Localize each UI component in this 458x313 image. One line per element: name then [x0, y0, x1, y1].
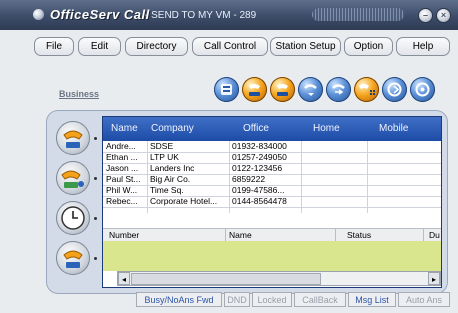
column-number[interactable]: Number [109, 230, 139, 240]
window-subtitle: - SEND TO MY VM - 289 [145, 10, 257, 21]
cell-company: Big Air Co. [150, 174, 191, 184]
close-button[interactable]: × [436, 8, 451, 23]
cell-office: 6859222 [232, 174, 266, 184]
table-row[interactable]: Rebec... Corporate Hotel... 0144-8564478 [103, 196, 441, 208]
sidebar-dot [94, 217, 97, 220]
menu-file[interactable]: File [34, 37, 74, 56]
cell-name: Andre... [106, 141, 136, 151]
status-locked[interactable]: Locked [252, 292, 292, 307]
cell-company: SDSE [150, 141, 174, 151]
column-company[interactable]: Company [151, 123, 194, 134]
column-name[interactable]: Name [111, 123, 138, 134]
menu-option[interactable]: Option [344, 37, 393, 56]
menu-directory[interactable]: Directory [125, 37, 188, 56]
cell-office: 01257-249050 [232, 152, 287, 162]
menu-help[interactable]: Help [396, 37, 450, 56]
sidebar-dot [94, 177, 97, 180]
cell-name: Ethan ... [106, 152, 138, 162]
menu-bar: File Edit Directory Call Control Station… [30, 35, 453, 57]
cell-company: Landers Inc [150, 163, 195, 173]
app-window: OfficeServ Call - SEND TO MY VM - 289 – … [0, 0, 458, 313]
app-logo-icon [33, 9, 44, 20]
handset-icon[interactable] [270, 77, 295, 102]
forward-icon[interactable] [382, 77, 407, 102]
directory-content: Name Company Office Home Mobile Andre...… [102, 116, 442, 288]
app-title: OfficeServ Call [50, 7, 150, 22]
title-grip [312, 8, 404, 21]
status-busy-noans-fwd[interactable]: Busy/NoAns Fwd [136, 292, 222, 307]
column-divider [423, 229, 424, 241]
sidebar [50, 115, 102, 285]
cell-office: 0122-123456 [232, 163, 283, 173]
scroll-thumb[interactable] [131, 273, 321, 285]
cell-name: Paul St... [106, 174, 141, 184]
minimize-button[interactable]: – [418, 8, 433, 23]
status-msg-list[interactable]: Msg List [348, 292, 396, 307]
column-status[interactable]: Status [347, 230, 371, 240]
cell-office: 0144-8564478 [232, 196, 287, 206]
directory-header: Name Company Office Home Mobile [103, 117, 441, 141]
handset-keypad-icon[interactable] [354, 77, 379, 102]
calls-header: Number Name Status Du [103, 228, 441, 242]
voicemail-icon[interactable] [410, 77, 435, 102]
calls-list[interactable] [103, 241, 441, 271]
scroll-right-button[interactable]: ▸ [428, 272, 440, 285]
cell-company: LTP UK [150, 152, 179, 162]
cell-company: Time Sq. [150, 185, 184, 195]
cell-company: Corporate Hotel... [150, 196, 218, 206]
call-phone-icon[interactable] [56, 241, 90, 275]
menu-call-control[interactable]: Call Control [192, 37, 268, 56]
cell-office: 01932-834000 [232, 141, 287, 151]
cell-name: Phil W... [106, 185, 138, 195]
menu-station-setup[interactable]: Station Setup [270, 37, 341, 56]
status-auto-ans[interactable]: Auto Ans [398, 292, 450, 307]
column-divider [335, 229, 336, 241]
scroll-left-button[interactable]: ◂ [118, 272, 130, 285]
column-mobile[interactable]: Mobile [379, 123, 408, 134]
directory-phone-icon[interactable] [56, 121, 90, 155]
title-bar[interactable]: OfficeServ Call - SEND TO MY VM - 289 – … [0, 0, 458, 30]
status-dnd[interactable]: DND [224, 292, 250, 307]
business-group-label[interactable]: Business [59, 89, 99, 99]
handset-icon[interactable] [242, 77, 267, 102]
cell-name: Rebec... [106, 196, 138, 206]
menu-edit[interactable]: Edit [78, 37, 121, 56]
call-arrow-icon[interactable] [298, 77, 323, 102]
sidebar-dot [94, 137, 97, 140]
phonebook-icon[interactable] [214, 77, 239, 102]
horizontal-scrollbar[interactable]: ◂ ▸ [117, 271, 441, 286]
clock-icon[interactable] [56, 201, 90, 235]
directory-rows: Andre... SDSE 01932-834000 Ethan ... LTP… [103, 141, 441, 213]
column-office[interactable]: Office [243, 123, 269, 134]
cell-office: 0199-47586... [232, 185, 285, 195]
column-divider [225, 229, 226, 241]
column-home[interactable]: Home [313, 123, 340, 134]
status-bar: Busy/NoAns Fwd DND Locked CallBack Msg L… [136, 292, 454, 308]
transfer-icon[interactable] [326, 77, 351, 102]
cell-name: Jason ... [106, 163, 139, 173]
column-call-name[interactable]: Name [229, 230, 252, 240]
sidebar-dot [94, 257, 97, 260]
status-callback[interactable]: CallBack [294, 292, 346, 307]
contacts-phone-icon[interactable] [56, 161, 90, 195]
column-duration[interactable]: Du [429, 230, 440, 240]
